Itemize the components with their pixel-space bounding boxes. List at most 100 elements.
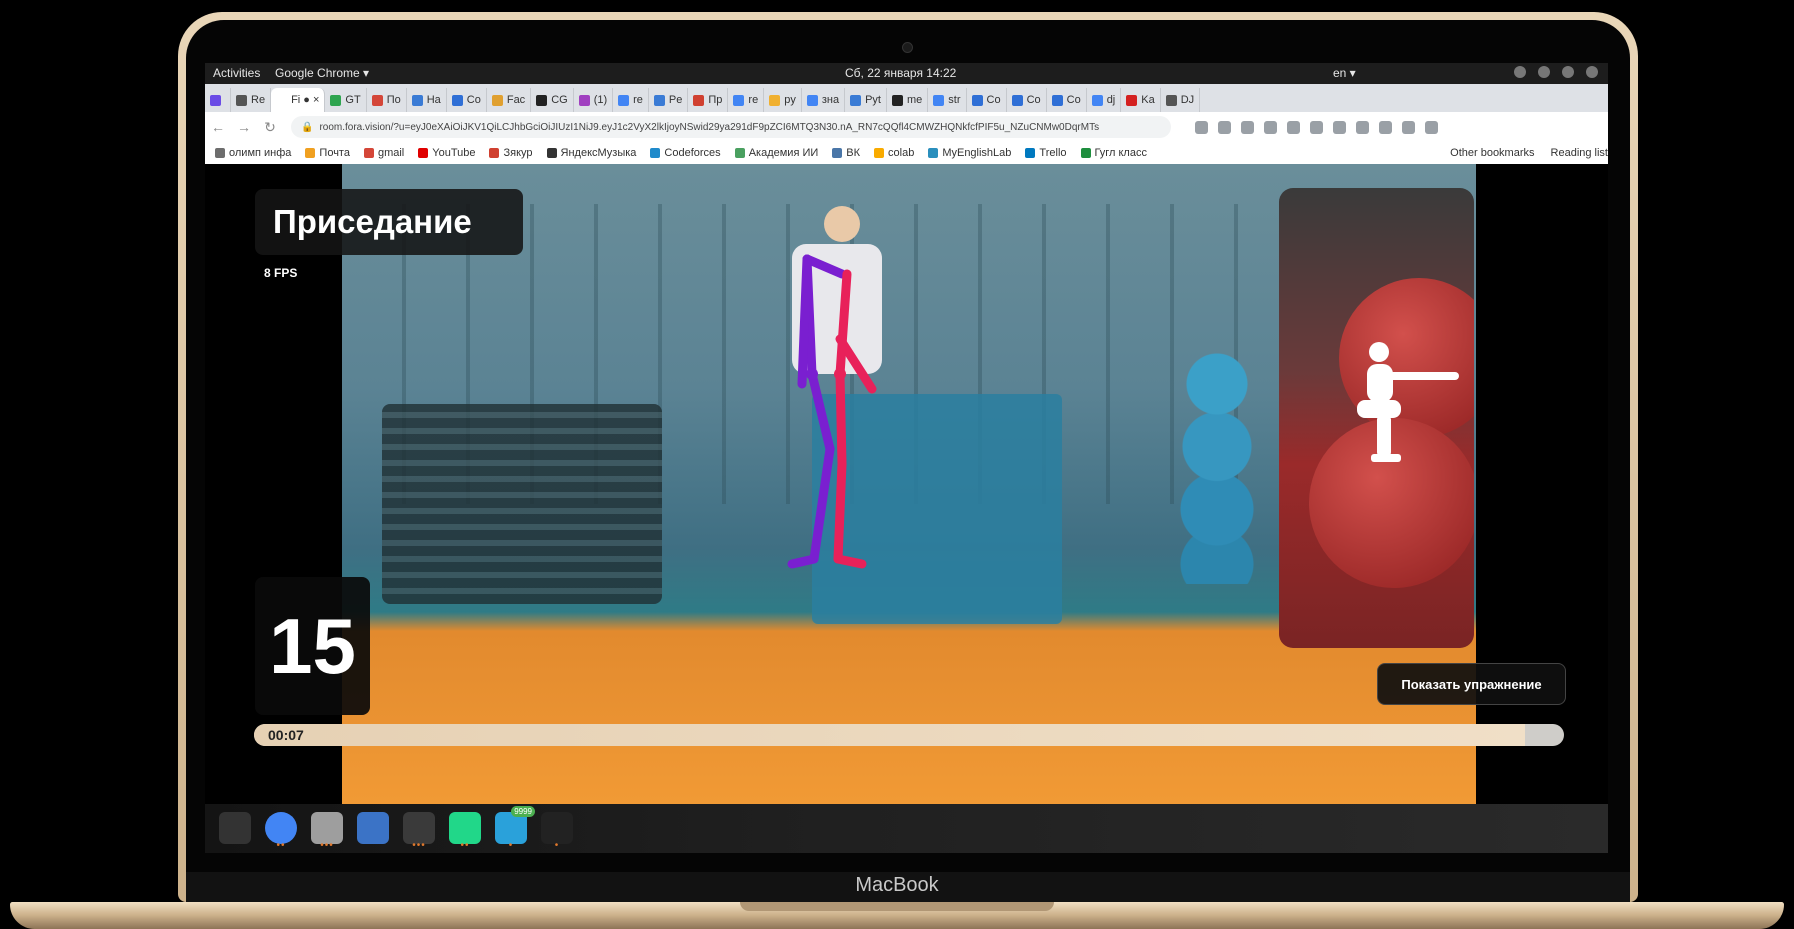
tab-strip: Re Fi ● × GT По На Co Fac CG (1) re Pe Пр re py зна Pyt…	[205, 84, 1608, 112]
browser-tab[interactable]: re	[728, 88, 765, 112]
url-field[interactable]: 🔒 room.fora.vision/?u=eyJ0eXAiOiJKV1QiLC…	[291, 116, 1171, 138]
bookmark-item[interactable]: gmail	[363, 147, 404, 159]
bookmark-item[interactable]: Codeforces	[650, 147, 721, 159]
language-indicator[interactable]: en ▾	[1333, 66, 1356, 80]
browser-tab[interactable]: зна	[802, 88, 846, 112]
tab-label: py	[784, 94, 796, 106]
browser-tab[interactable]: str	[928, 88, 967, 112]
bookmark-item[interactable]: MyEnglishLab	[928, 147, 1011, 159]
favicon-icon	[1165, 94, 1177, 106]
extension-icon[interactable]	[1310, 120, 1323, 134]
browser-tab[interactable]: (1)	[574, 88, 614, 112]
show-exercise-button[interactable]: Показать упражнение	[1377, 663, 1566, 705]
bookmark-label: ЯндексМузыка	[560, 147, 637, 159]
clock[interactable]: Сб, 22 января 14:22	[845, 66, 956, 80]
browser-tab[interactable]: DJ	[1161, 88, 1201, 112]
system-tray[interactable]	[1514, 66, 1598, 78]
extension-icon[interactable]	[1333, 120, 1346, 134]
favicon-icon	[618, 94, 630, 106]
puzzle-icon[interactable]	[1356, 120, 1369, 134]
bookmark-icon	[650, 148, 661, 158]
dock-item[interactable]	[353, 808, 393, 848]
browser-tab[interactable]: Пр	[688, 88, 729, 112]
bookmark-icon	[546, 148, 557, 158]
bookmark-label: Почта	[319, 147, 350, 159]
back-icon[interactable]: ←	[205, 119, 231, 135]
reading-list-button[interactable]: Reading list	[1551, 147, 1608, 159]
dock-item[interactable]: •	[537, 808, 577, 851]
browser-tab[interactable]: CG	[531, 88, 574, 112]
browser-tab[interactable]: Pyt	[845, 88, 887, 112]
extension-icon[interactable]	[1264, 120, 1277, 134]
profile-avatar[interactable]	[1402, 120, 1415, 134]
wifi-icon[interactable]	[1514, 66, 1526, 78]
reading-list-icon[interactable]	[1379, 120, 1392, 134]
workout-progress-bar: 00:07	[254, 724, 1564, 746]
tab-label: Fi ● ×	[291, 94, 320, 106]
browser-tab[interactable]: Fac	[487, 88, 532, 112]
dock-item[interactable]: ••	[261, 808, 301, 851]
ubuntu-dock: •• ••• ••• •• • 9999 •	[205, 804, 1608, 853]
browser-tab[interactable]: Ka	[1121, 88, 1161, 112]
favicon-icon	[733, 94, 745, 106]
bookmark-item[interactable]: YouTube	[418, 147, 475, 159]
bookmark-item[interactable]: Почта	[305, 147, 350, 159]
bookmark-item[interactable]: ВК	[832, 147, 860, 159]
browser-tab[interactable]: Pe	[649, 88, 689, 112]
dock-item[interactable]: •••	[307, 808, 347, 851]
bookmark-item[interactable]: colab	[874, 147, 914, 159]
browser-tab[interactable]: На	[407, 88, 447, 112]
extension-icon[interactable]	[1195, 120, 1208, 134]
tab-label: Pyt	[865, 94, 881, 106]
device-brand: MacBook	[855, 874, 939, 896]
running-indicator: •••	[320, 840, 334, 851]
bookmark-icon	[874, 148, 885, 158]
webcam	[902, 42, 913, 53]
browser-tab[interactable]: me	[887, 88, 929, 112]
browser-tab[interactable]: Co	[447, 88, 487, 112]
menu-icon[interactable]	[1425, 120, 1438, 134]
activities-button[interactable]: Activities	[213, 66, 260, 80]
browser-tab[interactable]: re	[613, 88, 649, 112]
bookmark-item[interactable]: ЯндексМузыка	[546, 147, 637, 159]
extension-icon[interactable]	[1287, 120, 1300, 134]
reload-icon[interactable]: ↻	[257, 119, 283, 136]
browser-tab[interactable]: По	[367, 88, 407, 112]
browser-tab[interactable]: dj	[1087, 88, 1122, 112]
browser-tab[interactable]	[205, 88, 231, 112]
volume-icon[interactable]	[1538, 66, 1550, 78]
bookmark-label: олимп инфа	[229, 147, 292, 159]
star-icon[interactable]	[1241, 120, 1254, 134]
bookmark-label: Зякур	[503, 147, 533, 159]
other-bookmarks-button[interactable]: Other bookmarks	[1450, 147, 1534, 159]
fps-counter: 8 FPS	[264, 266, 298, 280]
bookmark-item[interactable]: олимп инфа	[215, 147, 291, 159]
battery-icon[interactable]	[1586, 66, 1598, 78]
browser-tab[interactable]: Co	[1007, 88, 1047, 112]
bookmark-item[interactable]: Гугл класс	[1080, 147, 1147, 159]
bookmark-item[interactable]: Trello	[1025, 147, 1067, 159]
forward-icon[interactable]: →	[231, 119, 257, 135]
dock-item[interactable]: • 9999	[491, 806, 535, 851]
browser-tab[interactable]: Re	[231, 88, 272, 112]
extension-icon[interactable]	[1218, 120, 1231, 134]
browser-tab[interactable]: GT	[325, 88, 367, 112]
bookmark-label: Trello	[1039, 147, 1067, 159]
favicon-icon	[276, 94, 288, 106]
favicon-icon	[693, 94, 705, 106]
address-bar-row: ← → ↻ 🔒 room.fora.vision/?u=eyJ0eXAiOiJK…	[205, 112, 1608, 142]
favicon-icon	[806, 94, 818, 106]
dock-item[interactable]: •••	[399, 808, 439, 851]
browser-tab[interactable]: Fi ● ×	[271, 88, 326, 112]
mic-icon[interactable]	[1562, 66, 1574, 78]
bookmark-item[interactable]: Зякур	[489, 147, 533, 159]
bookmark-icon	[928, 148, 939, 158]
dock-item[interactable]	[215, 808, 255, 848]
browser-tab[interactable]: py	[764, 88, 802, 112]
dock-item[interactable]: ••	[445, 808, 485, 851]
favicon-icon	[1051, 94, 1063, 106]
browser-tab[interactable]: Co	[967, 88, 1007, 112]
browser-tab[interactable]: Co	[1047, 88, 1087, 112]
bookmark-item[interactable]: Академия ИИ	[734, 147, 818, 159]
active-app-menu[interactable]: Google Chrome ▾	[275, 66, 369, 80]
